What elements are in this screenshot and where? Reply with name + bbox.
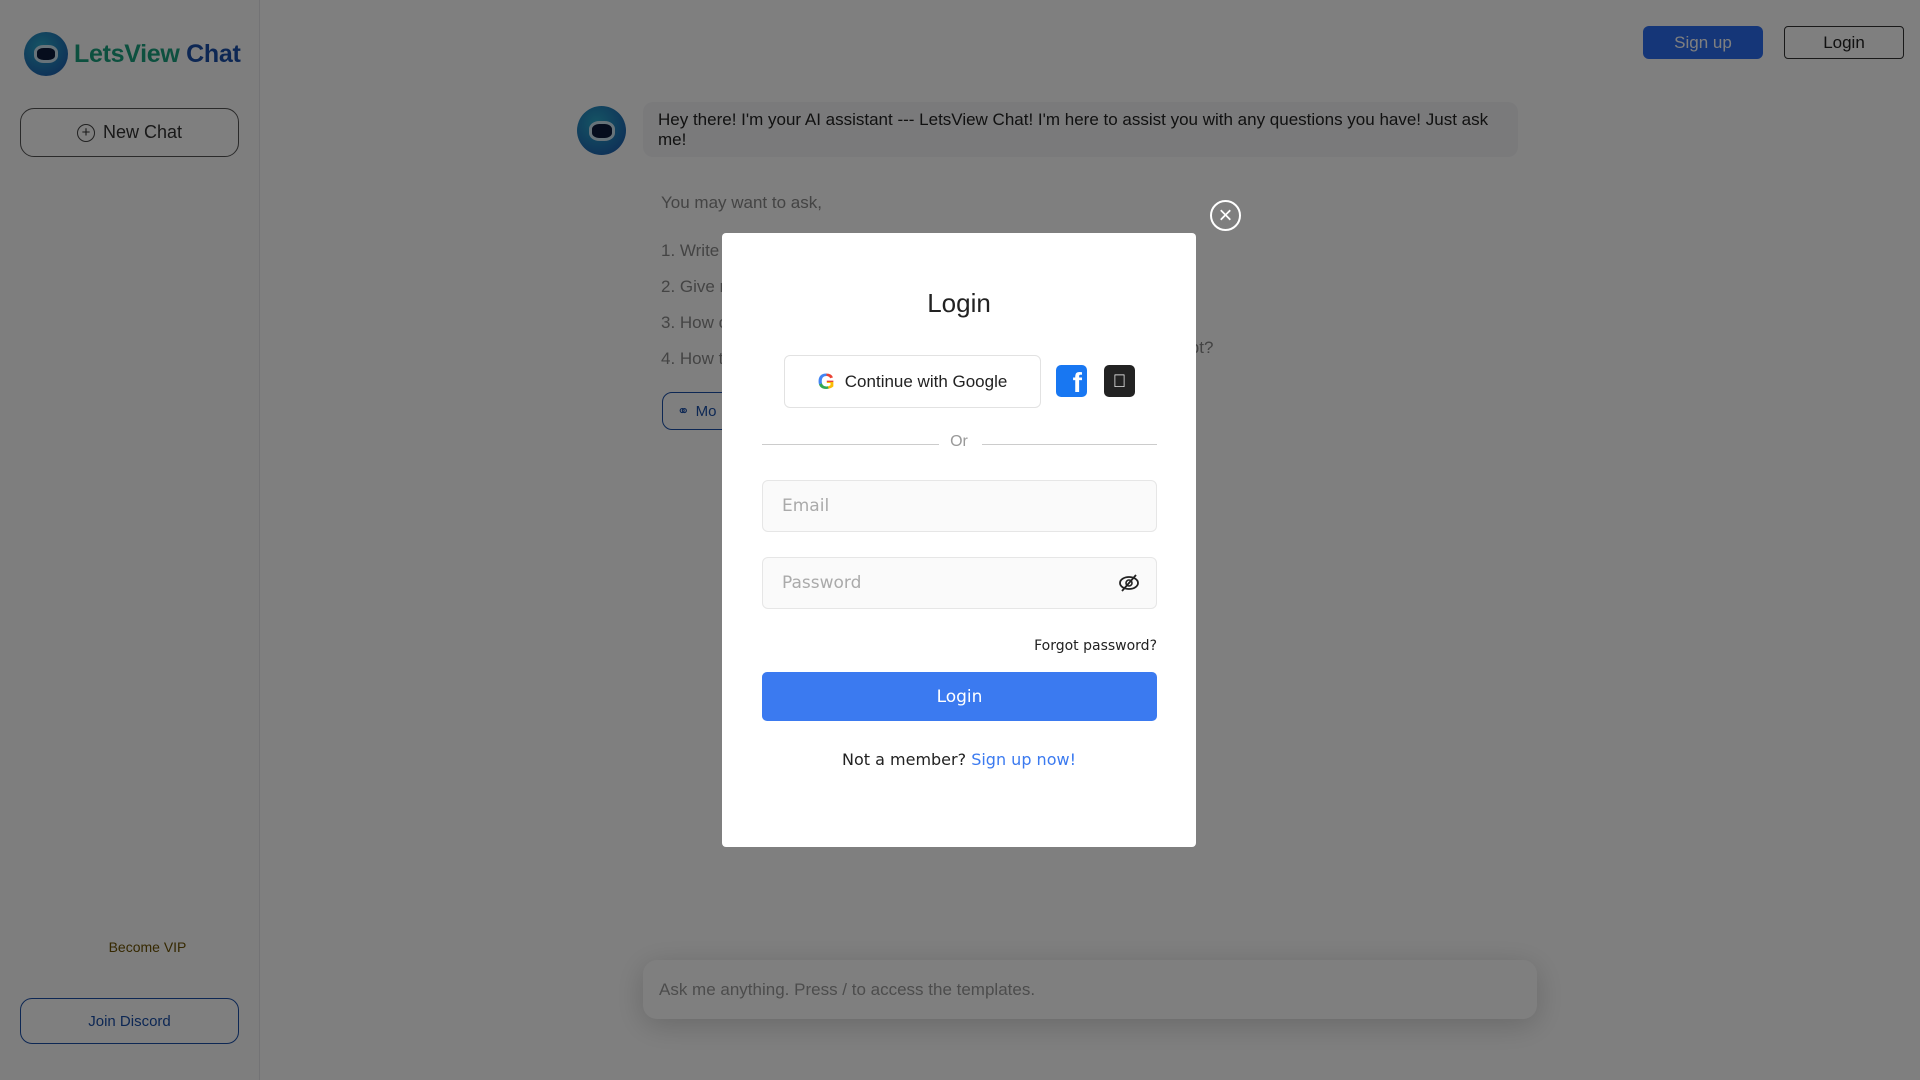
password-placeholder: Password [782, 573, 862, 593]
facebook-icon[interactable]: f [1056, 365, 1087, 397]
not-member-text: Not a member? [842, 750, 972, 769]
eye-off-icon[interactable] [1118, 573, 1140, 593]
google-label: Continue with Google [844, 371, 1008, 391]
google-login-button[interactable]: G Continue with Google [784, 355, 1041, 408]
sign-up-now-link[interactable]: Sign up now! [971, 750, 1076, 769]
modal-title: Login [927, 288, 991, 318]
login-submit-button[interactable]: Login [762, 672, 1157, 721]
forgot-password-link[interactable]: Forgot password? [1034, 638, 1157, 654]
signup-prompt: Not a member? Sign up now! [722, 750, 1196, 769]
password-field[interactable]: Password [762, 557, 1157, 609]
or-label: Or [950, 433, 968, 450]
email-field[interactable]: Email [762, 480, 1157, 532]
apple-icon[interactable]:  [1104, 365, 1135, 397]
google-icon: G [817, 368, 835, 394]
close-icon[interactable]: × [1210, 200, 1241, 231]
login-modal: Login G Continue with Google f  Or Emai… [722, 233, 1196, 847]
email-placeholder: Email [782, 496, 830, 516]
